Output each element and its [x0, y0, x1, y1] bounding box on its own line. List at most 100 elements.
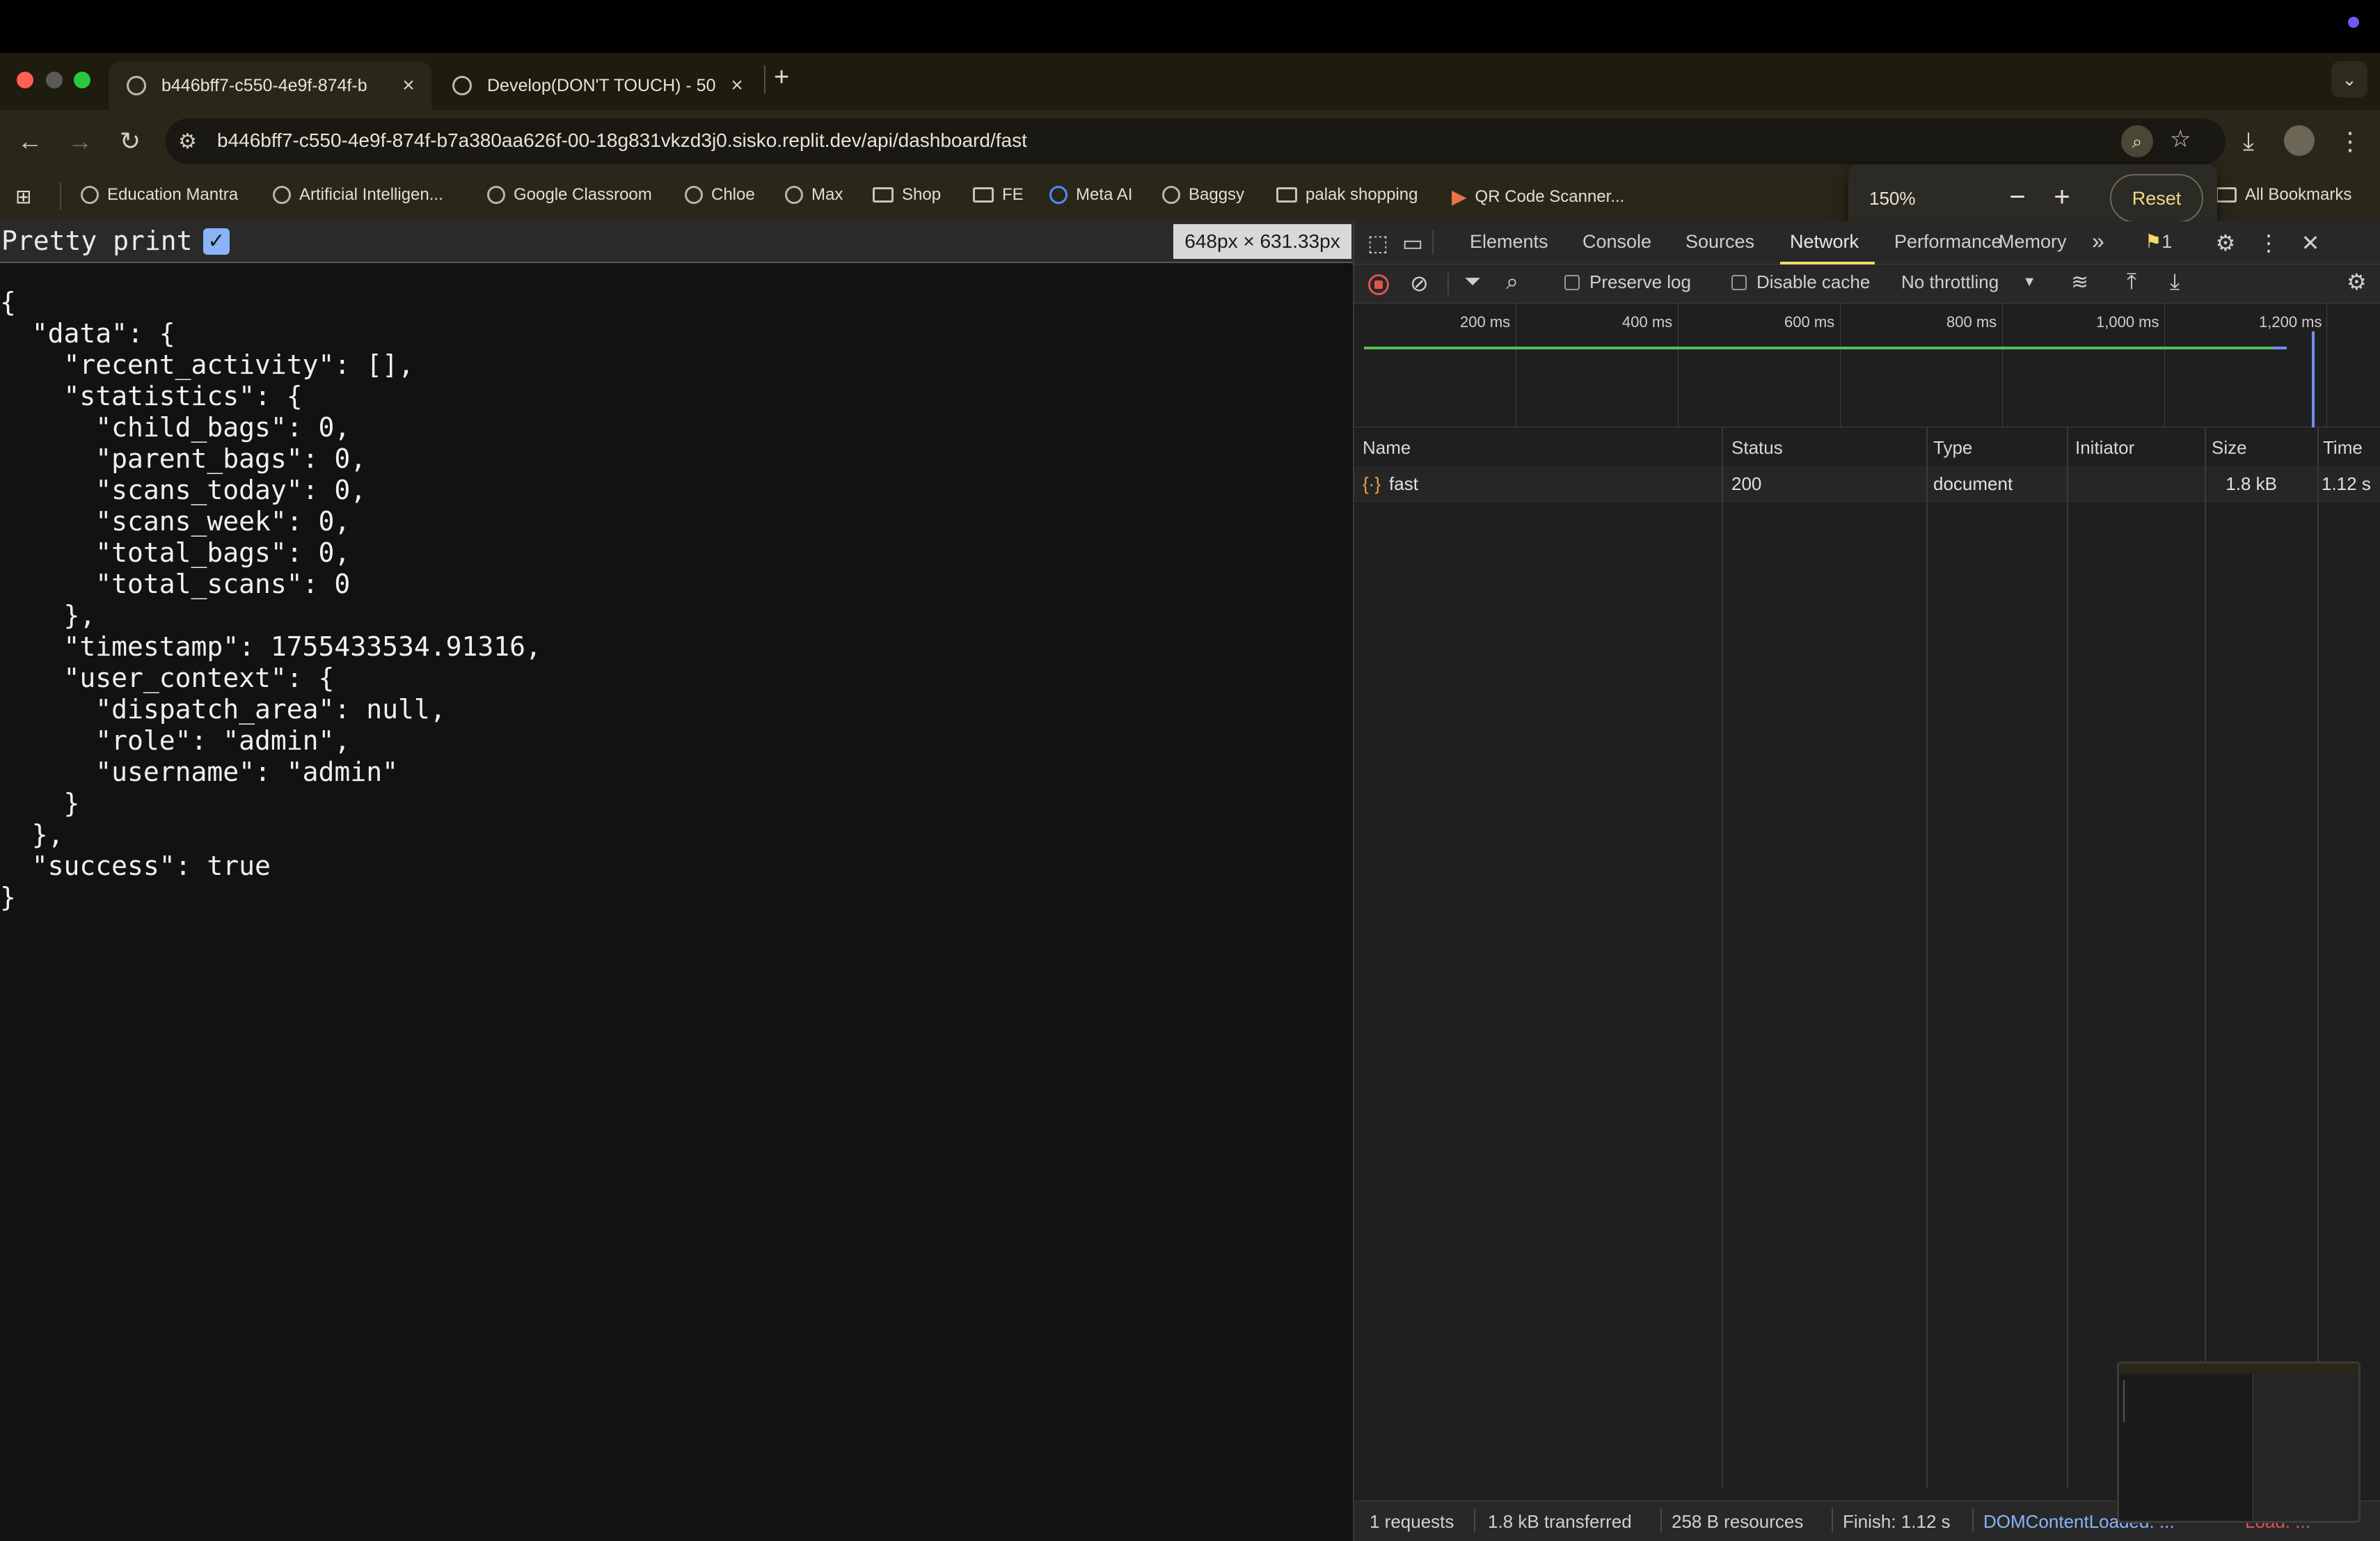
more-tabs-icon[interactable]: » [2092, 228, 2104, 254]
status-divider [1832, 1508, 1833, 1532]
request-name-cell[interactable]: {·} fast [1363, 473, 1418, 495]
bookmark-label: Google Classroom [514, 185, 652, 204]
bookmark-max[interactable]: Max [785, 185, 843, 205]
column-divider[interactable] [1926, 427, 1928, 1488]
issues-badge[interactable]: ⚑1 [2145, 231, 2172, 253]
export-har-icon[interactable]: ⤓ [2170, 269, 2180, 295]
bookmark-folder-palak-shopping[interactable]: palak shopping [1276, 185, 1418, 205]
tab-console[interactable]: Console [1582, 231, 1651, 253]
minimize-window-button[interactable] [46, 72, 63, 88]
profile-avatar[interactable] [2284, 125, 2315, 156]
status-divider [1972, 1508, 1974, 1532]
screenshot-thumbnail[interactable] [2117, 1361, 2361, 1523]
downloads-icon[interactable]: ⤓ [2231, 124, 2266, 159]
reload-icon[interactable]: ↻ [113, 124, 148, 159]
zoom-level: 150% [1869, 188, 1916, 209]
search-icon[interactable]: ⌕ [1506, 269, 1518, 295]
checkbox[interactable] [1564, 274, 1580, 290]
tab-sources[interactable]: Sources [1685, 231, 1754, 253]
tab-network[interactable]: Network [1790, 231, 1859, 253]
network-conditions-icon[interactable]: ≋ [2071, 270, 2088, 294]
network-settings-icon[interactable]: ⚙ [2347, 269, 2367, 295]
timeline-gridline [1678, 303, 1679, 427]
column-divider[interactable] [2205, 427, 2206, 1488]
checkbox[interactable] [1731, 274, 1747, 290]
folder-icon [873, 187, 894, 203]
column-header-name[interactable]: Name [1363, 437, 1411, 459]
column-header-status[interactable]: Status [1731, 437, 1783, 459]
timeline-gridline [1840, 303, 1841, 427]
bookmark-folder-shop[interactable]: Shop [873, 185, 941, 205]
bookmark-education-mantra[interactable]: Education Mantra [81, 185, 238, 205]
pretty-print-checkbox[interactable]: ✓ [203, 228, 230, 255]
page-content: Pretty print ✓ 648px × 631.33px { "data"… [0, 221, 1353, 1541]
close-window-button[interactable] [17, 72, 33, 88]
url-text[interactable]: b446bff7-c550-4e9f-874f-b7a380aa626f-00-… [217, 129, 1027, 152]
bookmark-folder-fe[interactable]: FE [973, 185, 1024, 205]
filter-icon[interactable]: ⏷ [1464, 270, 1481, 294]
preserve-log-checkbox[interactable]: Preserve log [1564, 271, 1691, 293]
column-header-initiator[interactable]: Initiator [2075, 437, 2134, 459]
close-tab-icon[interactable]: × [727, 74, 747, 97]
throttling-select[interactable]: No throttling ▼ [1901, 271, 2036, 293]
column-divider[interactable] [2067, 427, 2068, 1488]
zoom-in-button[interactable]: + [2045, 180, 2079, 214]
timeline-label: 1,200 ms [2259, 313, 2322, 331]
column-divider[interactable] [1722, 427, 1723, 1488]
browser-tab-active[interactable]: b446bff7-c550-4e9f-874f-b × [109, 61, 431, 110]
meta-icon [1049, 186, 1068, 204]
bookmark-chloe[interactable]: Chloe [685, 185, 755, 205]
network-request-table: Name Status Type Initiator Size Time {·}… [1354, 427, 2380, 1488]
bookmark-label: Baggsy [1189, 185, 1245, 204]
toolbar-divider [1432, 230, 1434, 255]
back-arrow-icon[interactable]: ← [13, 124, 47, 159]
timeline-gridline [2002, 303, 2003, 427]
disable-cache-checkbox[interactable]: Disable cache [1731, 271, 1870, 293]
tab-search-chevron-icon[interactable]: ⌄ [2331, 61, 2367, 97]
import-har-icon[interactable]: ⤒ [2127, 269, 2136, 295]
globe-icon [685, 186, 703, 204]
zoom-reset-button[interactable]: Reset [2110, 174, 2203, 223]
zoom-out-button[interactable]: − [2000, 180, 2035, 214]
network-timeline[interactable]: 200 ms 400 ms 600 ms 800 ms 1,000 ms 1,2… [1354, 303, 2380, 427]
macos-menubar [0, 0, 2380, 53]
devtools-menu-icon[interactable]: ⋮ [2255, 230, 2283, 256]
browser-tab[interactable]: Develop(DON'T TOUCH) - 50 × [434, 61, 760, 110]
maximize-window-button[interactable] [74, 72, 90, 88]
forward-arrow-icon[interactable]: → [63, 124, 97, 159]
zoom-icon[interactable]: ⌕ [2121, 125, 2153, 157]
site-info-icon[interactable]: ⚙ [178, 129, 197, 154]
browser-menu-icon[interactable]: ⋮ [2333, 124, 2367, 159]
address-bar[interactable]: ⚙ b446bff7-c550-4e9f-874f-b7a380aa626f-0… [166, 118, 2226, 164]
timeline-label: 1,000 ms [2096, 313, 2159, 331]
apps-grid-icon[interactable]: ⊞ [15, 185, 31, 208]
tab-elements[interactable]: Elements [1470, 231, 1548, 253]
bookmark-baggsy[interactable]: Baggsy [1162, 185, 1244, 205]
column-divider[interactable] [2317, 427, 2319, 1488]
inspect-element-icon[interactable]: ⬚ [1364, 230, 1392, 256]
timeline-label: 800 ms [1946, 313, 1997, 331]
settings-gear-icon[interactable]: ⚙ [2212, 230, 2239, 256]
close-devtools-icon[interactable]: ✕ [2296, 230, 2324, 256]
tab-title: b446bff7-c550-4e9f-874f-b [161, 75, 367, 95]
table-row[interactable]: {·} fast 200 document 1.8 kB 1.12 s [1354, 466, 2380, 502]
clear-icon[interactable]: ⊘ [1410, 270, 1429, 297]
all-bookmarks-folder[interactable]: All Bookmarks [2216, 185, 2351, 205]
device-toolbar-icon[interactable]: ▭ [1399, 230, 1427, 256]
column-header-time[interactable]: Time [2323, 437, 2363, 459]
globe-icon [273, 186, 291, 204]
column-header-type[interactable]: Type [1933, 437, 1972, 459]
table-header: Name Status Type Initiator Size Time [1354, 427, 2380, 467]
close-tab-icon[interactable]: × [398, 74, 419, 97]
new-tab-button[interactable]: + [774, 63, 789, 93]
dropdown-arrow-icon: ▼ [2022, 274, 2036, 290]
column-header-size[interactable]: Size [2212, 437, 2247, 459]
bookmark-google-classroom[interactable]: Google Classroom [487, 185, 652, 205]
bookmark-artificial-intelligence[interactable]: Artificial Intelligen... [273, 185, 443, 205]
bookmark-qr-code-scanner[interactable]: ▶ QR Code Scanner... [1452, 185, 1624, 208]
tab-memory[interactable]: Memory [1999, 231, 2067, 253]
bookmark-star-icon[interactable]: ☆ [2170, 125, 2191, 153]
bookmark-meta-ai[interactable]: Meta AI [1049, 185, 1132, 205]
record-stop-icon[interactable] [1368, 274, 1389, 295]
tab-performance[interactable]: Performance [1894, 231, 2002, 253]
